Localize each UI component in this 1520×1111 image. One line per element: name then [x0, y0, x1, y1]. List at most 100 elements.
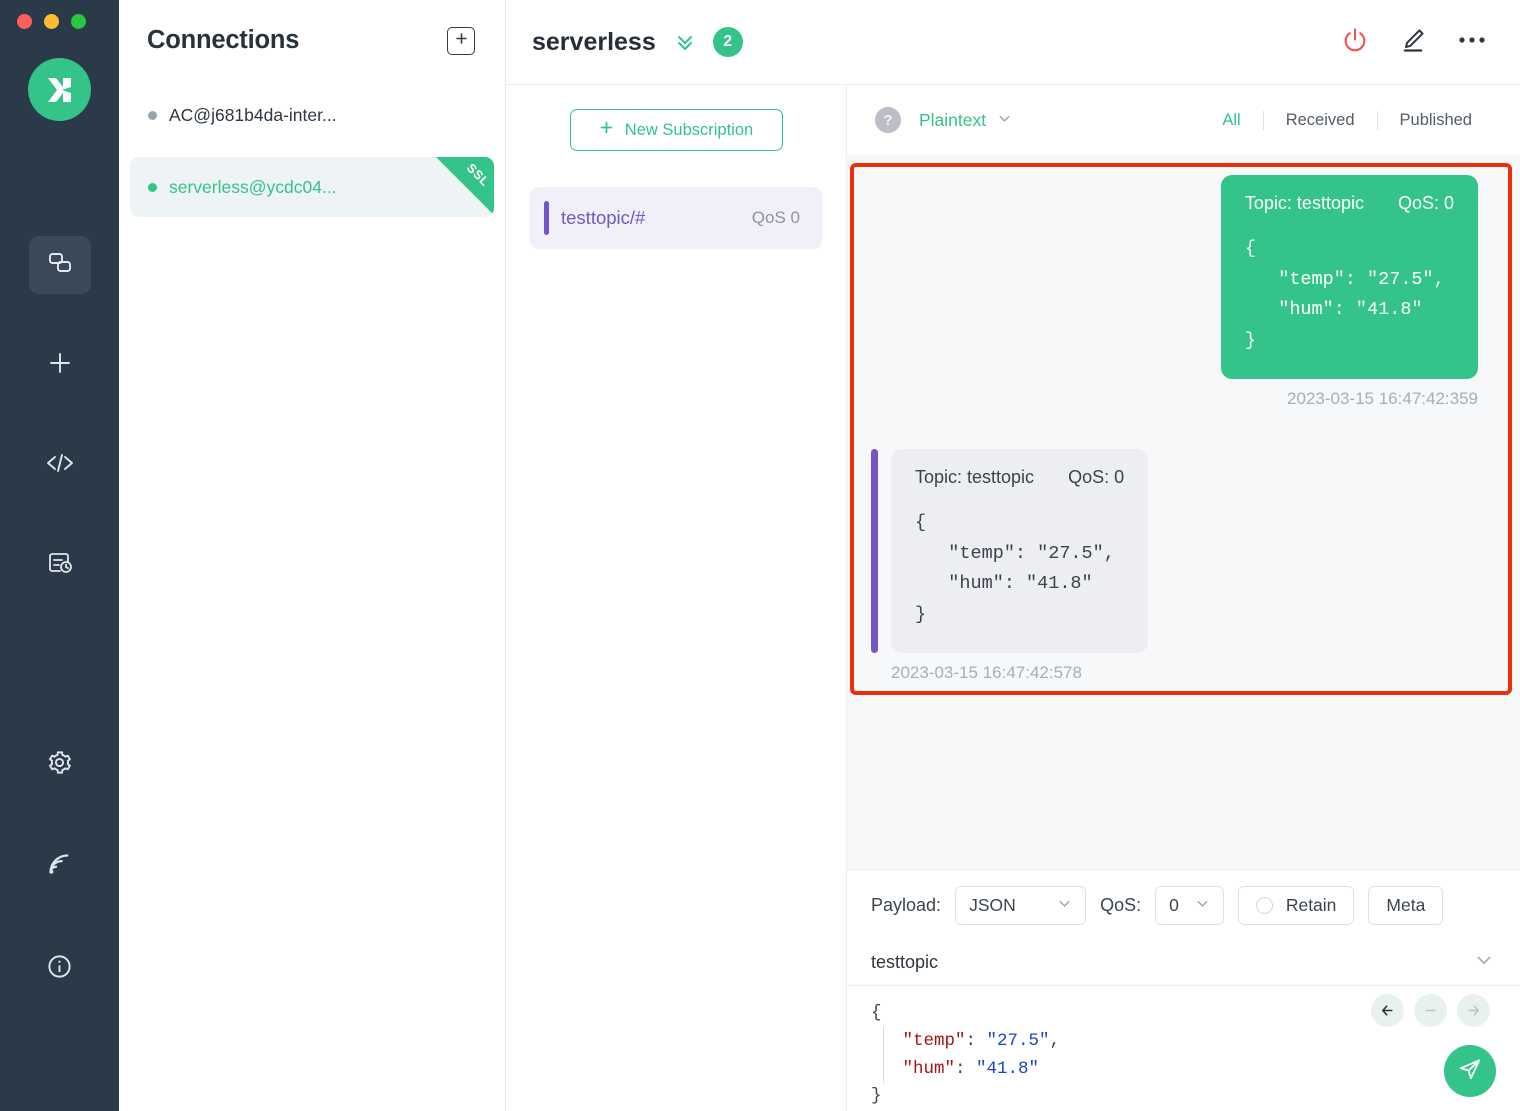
payload-type-value: JSON: [969, 895, 1016, 916]
connection-name: AC@j681b4da-inter...: [169, 105, 337, 126]
page-title: Connections: [147, 26, 299, 55]
qos-label: QoS:: [1100, 895, 1141, 916]
message-filter-tabs: All Received Published: [1200, 111, 1494, 130]
messages-scroll-area[interactable]: Topic: testtopic QoS: 0 { "temp": "27.5"…: [847, 155, 1520, 869]
json-tail: ,: [1050, 1031, 1061, 1051]
add-connection-button[interactable]: [447, 27, 475, 55]
edit-connection-button[interactable]: [1399, 26, 1427, 59]
editor-line: "temp": "27.5",: [871, 1028, 1496, 1056]
message-qos: QoS: 0: [1398, 193, 1454, 214]
rail-item-new-connection[interactable]: [29, 336, 91, 394]
chevron-down-icon: [1195, 895, 1210, 916]
topbar-actions: [1341, 26, 1487, 59]
payload-label: Payload:: [871, 895, 941, 916]
message-meta: Topic: testtopic QoS: 0: [915, 467, 1124, 488]
payload-format-value: Plaintext: [919, 110, 986, 131]
json-sep: :: [955, 1059, 976, 1079]
tab-received[interactable]: Received: [1264, 111, 1377, 130]
icon-rail: [0, 0, 119, 1111]
messages-toolbar: ? Plaintext All Received: [847, 85, 1520, 155]
rail-item-about[interactable]: [29, 940, 91, 998]
connection-name: serverless@ycdc04...: [169, 177, 337, 198]
json-key: "hum": [903, 1059, 956, 1079]
connections-panel: Connections AC@j681b4da-inter... serverl…: [119, 0, 506, 1111]
rail-item-scripts[interactable]: [29, 436, 91, 494]
double-chevron-down-icon[interactable]: [673, 30, 697, 54]
publish-payload-editor[interactable]: { "temp": "27.5", "hum": "41.8" }: [847, 986, 1520, 1111]
list-item[interactable]: AC@j681b4da-inter...: [130, 85, 494, 145]
meta-label: Meta: [1386, 895, 1425, 916]
editor-prev-button[interactable]: [1371, 994, 1404, 1027]
message-count-badge: 2: [713, 27, 743, 57]
disconnect-button[interactable]: [1341, 26, 1369, 59]
rail-items: [29, 236, 91, 1040]
new-subscription-button[interactable]: New Subscription: [570, 109, 783, 151]
ssl-badge: SSL: [436, 157, 494, 215]
retain-toggle[interactable]: Retain: [1238, 886, 1355, 925]
connections-header: Connections: [119, 0, 505, 55]
chevron-down-icon: [1057, 895, 1072, 916]
publish-panel: Payload: JSON QoS: 0: [847, 869, 1520, 1111]
editor-next-button[interactable]: [1457, 994, 1490, 1027]
send-plane-icon: [1457, 1056, 1483, 1087]
json-key: "temp": [903, 1031, 966, 1051]
editor-line: "hum": "41.8": [871, 1056, 1496, 1084]
close-window-button[interactable]: [17, 14, 32, 29]
publish-topic-row[interactable]: testtopic: [847, 940, 1520, 986]
code-icon: [45, 449, 75, 482]
tab-all[interactable]: All: [1200, 111, 1262, 130]
message-timestamp: 2023-03-15 16:47:42:359: [1287, 389, 1478, 409]
mqttx-logo: [28, 58, 91, 121]
message-list: Topic: testtopic QoS: 0 { "temp": "27.5"…: [847, 155, 1520, 683]
message-payload: { "temp": "27.5", "hum": "41.8" }: [1245, 234, 1454, 357]
connection-list: AC@j681b4da-inter... serverless@ycdc04..…: [119, 85, 505, 217]
send-message-button[interactable]: [1444, 1045, 1496, 1097]
more-menu-button[interactable]: [1457, 33, 1487, 51]
message-bubble[interactable]: Topic: testtopic QoS: 0 { "temp": "27.5"…: [1221, 175, 1478, 379]
minimize-window-button[interactable]: [44, 14, 59, 29]
json-value: "41.8": [976, 1059, 1039, 1079]
message-bubble[interactable]: Topic: testtopic QoS: 0 { "temp": "27.5"…: [891, 449, 1148, 653]
chevron-down-icon: [997, 110, 1012, 131]
app-window: Connections AC@j681b4da-inter... serverl…: [0, 0, 1520, 1111]
plus-icon: [46, 349, 74, 382]
qos-select[interactable]: 0: [1155, 886, 1224, 925]
content-row: New Subscription testtopic/# QoS 0 ? Pla…: [506, 85, 1520, 1111]
editor-collapse-button[interactable]: [1414, 994, 1447, 1027]
plus-box-icon: [454, 31, 469, 51]
plus-icon: [599, 120, 614, 140]
rail-item-connections[interactable]: [29, 236, 91, 294]
question-mark-icon[interactable]: ?: [875, 107, 901, 133]
rail-item-broadcast[interactable]: [29, 838, 91, 896]
status-dot: [148, 111, 157, 120]
publish-options: Payload: JSON QoS: 0: [847, 870, 1520, 940]
payload-format-dropdown[interactable]: Plaintext: [919, 110, 1012, 131]
qos-value: 0: [1169, 895, 1179, 916]
info-icon: [46, 953, 73, 985]
indent-guide: [883, 1027, 884, 1083]
main-area: serverless 2: [506, 0, 1520, 1111]
message-color-bar: [871, 449, 878, 653]
editor-nav-buttons: [1371, 994, 1490, 1027]
tab-published[interactable]: Published: [1378, 111, 1494, 130]
payload-type-select[interactable]: JSON: [955, 886, 1086, 925]
radio-icon: [1256, 897, 1273, 914]
json-value: "27.5": [987, 1031, 1050, 1051]
retain-label: Retain: [1286, 895, 1337, 916]
broadcast-icon: [46, 851, 73, 883]
status-dot: [148, 183, 157, 192]
message-payload: { "temp": "27.5", "hum": "41.8" }: [915, 508, 1124, 631]
list-item[interactable]: testtopic/# QoS 0: [530, 187, 822, 249]
subscriptions-panel: New Subscription testtopic/# QoS 0: [506, 85, 847, 1111]
chevron-down-icon[interactable]: [1474, 950, 1494, 975]
list-item[interactable]: serverless@ycdc04... SSL: [130, 157, 494, 217]
maximize-window-button[interactable]: [71, 14, 86, 29]
message-item-published: Topic: testtopic QoS: 0 { "temp": "27.5"…: [871, 175, 1496, 409]
meta-button[interactable]: Meta: [1368, 886, 1443, 925]
subscription-qos: QoS 0: [752, 208, 800, 228]
message-topic: Topic: testtopic: [915, 467, 1034, 488]
rail-item-log[interactable]: [29, 536, 91, 594]
messages-panel: ? Plaintext All Received: [847, 85, 1520, 1111]
json-sep: :: [966, 1031, 987, 1051]
rail-item-settings[interactable]: [29, 736, 91, 794]
